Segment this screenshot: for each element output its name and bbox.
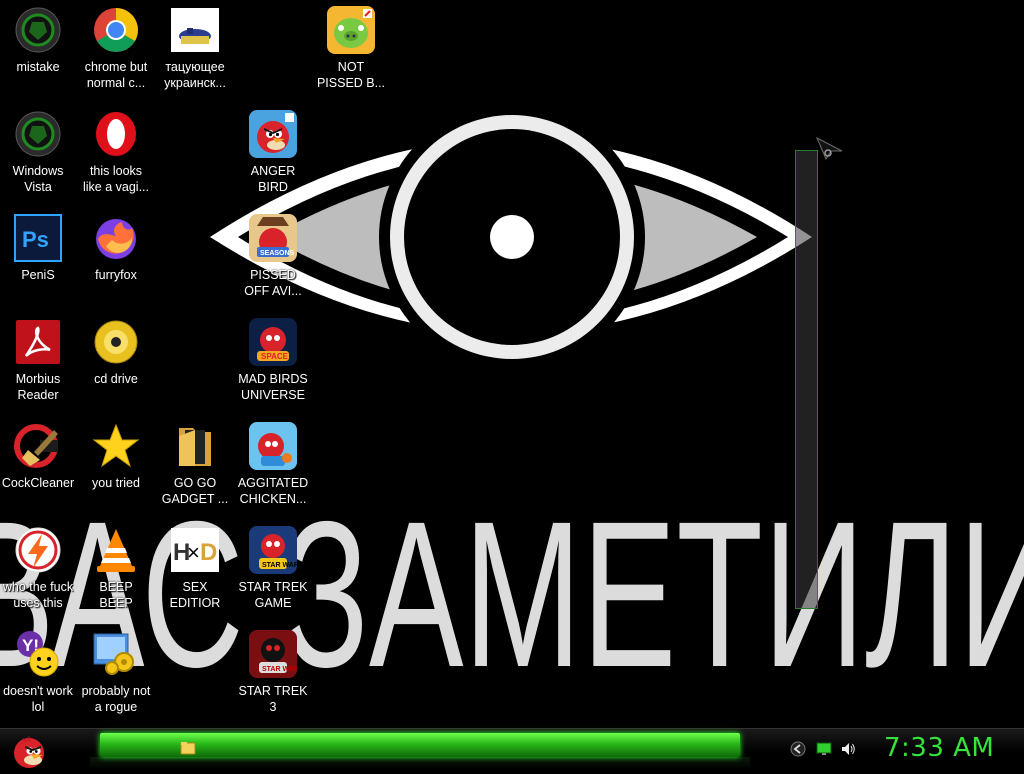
desktop-icon-label: AGGITATED CHICKEN... <box>237 476 309 506</box>
folder-icon[interactable] <box>180 740 196 756</box>
start-button[interactable] <box>8 729 48 769</box>
angry-birds-pig-icon <box>327 6 375 54</box>
desktop-icon-yahoo[interactable]: Y! doesn't work lol <box>0 630 78 715</box>
clock[interactable]: 7:33 AM <box>884 733 994 763</box>
angry-bird-start-icon <box>14 736 44 768</box>
desktop-icon-label: cd drive <box>94 372 138 386</box>
control-panel-icon <box>92 630 140 678</box>
desktop-icon-you-tried[interactable]: you tried <box>76 422 156 491</box>
desktop-icon-acrobat[interactable]: Morbius Reader <box>0 318 78 403</box>
desktop-icon-label: CockCleaner <box>1 476 75 490</box>
desktop-icon-img-ru[interactable]: тацующее украинск... <box>155 6 235 91</box>
svg-text:SEASONS: SEASONS <box>260 250 295 257</box>
svg-text:×: × <box>187 540 200 565</box>
opera-icon <box>92 110 140 158</box>
desktop-icon-chrome[interactable]: chrome but normal c... <box>76 6 156 91</box>
desktop-icon-label: you tried <box>92 476 140 490</box>
angry-birds-star-wars-icon: STAR WARS <box>249 526 297 574</box>
desktop-icon-label: this looks like a vagi... <box>82 164 149 194</box>
selection-rectangle <box>795 150 818 609</box>
desktop-icon-windows-vista[interactable]: Windows Vista <box>0 110 78 195</box>
mouse-cursor <box>816 137 843 161</box>
desktop-icon-label: Morbius Reader <box>15 372 61 402</box>
desktop-icon-label: STAR TREK GAME <box>238 580 308 610</box>
angry-birds-rio-icon <box>249 422 297 470</box>
desktop-icon-firefox[interactable]: furryfox <box>76 214 156 283</box>
desktop-icon-label: BEEP BEEP <box>99 580 133 610</box>
hxd-icon: H × D <box>171 526 219 574</box>
image-thumbnail-icon <box>171 6 219 54</box>
desktop-icon-cd-drive[interactable]: cd drive <box>76 318 156 387</box>
desktop-icon-opera[interactable]: this looks like a vagi... <box>76 110 156 195</box>
desktop-icon-label: doesn't work lol <box>3 684 73 714</box>
desktop-icon-star-trek-game[interactable]: STAR WARS STAR TREK GAME <box>233 526 313 611</box>
desktop-icon-label: mistake <box>16 60 60 74</box>
svg-text:Ps: Ps <box>22 227 49 252</box>
desktop-icon-photoshop[interactable]: Ps PeniS <box>0 214 78 283</box>
angry-birds-star-wars-2-icon: STAR WARS <box>249 630 297 678</box>
firefox-icon <box>92 214 140 262</box>
desktop-icon-label: MAD BIRDS UNIVERSE <box>238 372 308 402</box>
desktop-icon-anger-bird[interactable]: ANGER BIRD <box>233 110 313 195</box>
angry-birds-icon <box>249 110 297 158</box>
desktop-icon-sex-editor[interactable]: H × D SEX EDITIOR <box>155 526 235 611</box>
svg-text:SPACE: SPACE <box>261 352 289 361</box>
desktop-icon-label: STAR TREK 3 <box>238 684 308 714</box>
svg-text:STAR WARS: STAR WARS <box>262 562 297 569</box>
desktop-icon-beep-beep[interactable]: BEEP BEEP <box>76 526 156 611</box>
desktop-icon-label: ANGER BIRD <box>250 164 296 194</box>
lightning-icon <box>14 526 62 574</box>
desktop-icon-label: furryfox <box>95 268 137 282</box>
taskbar-strip[interactable] <box>100 733 740 757</box>
vlc-icon <box>92 526 140 574</box>
desktop-icon-pissed-off[interactable]: SEASONS PISSED OFF AVI... <box>233 214 313 299</box>
chrome-icon <box>92 6 140 54</box>
desktop-icon-agitated-chicken[interactable]: AGGITATED CHICKEN... <box>233 422 313 507</box>
desktop[interactable]: ВАС ЗАМЕТИЛИ mistake chrome but normal c.… <box>0 0 1024 728</box>
desktop-icon-ccleaner[interactable]: CockCleaner <box>0 422 78 491</box>
folder-icon <box>171 422 219 470</box>
desktop-icon-label: who the fuck uses this <box>2 580 74 610</box>
desktop-icon-mistake[interactable]: mistake <box>0 6 78 75</box>
star-icon <box>92 422 140 470</box>
desktop-icon-go-go-gadget[interactable]: GO GO GADGET ... <box>155 422 235 507</box>
desktop-icon-label: тацующее украинск... <box>164 60 226 90</box>
desktop-icon-label: NOT PISSED B... <box>316 60 386 90</box>
desktop-icon-label: GO GO GADGET ... <box>161 476 229 506</box>
volume-icon[interactable] <box>840 741 856 757</box>
desktop-icon-label: PeniS <box>21 268 55 282</box>
desktop-icon-rogue[interactable]: probably not a rogue <box>76 630 156 715</box>
desktop-icon-label: chrome but normal c... <box>84 60 148 90</box>
svg-text:D: D <box>200 539 217 566</box>
razer-logo-icon <box>14 6 62 54</box>
angry-birds-seasons-icon: SEASONS <box>249 214 297 262</box>
yahoo-messenger-icon: Y! <box>14 630 62 678</box>
desktop-icon-label: SEX EDITIOR <box>169 580 221 610</box>
razer-logo-icon <box>14 110 62 158</box>
svg-text:STAR WARS: STAR WARS <box>262 666 297 673</box>
taskbar <box>0 728 1024 769</box>
desktop-icon-label: PISSED OFF AVI... <box>244 268 302 298</box>
photoshop-icon: Ps <box>14 214 62 262</box>
desktop-icon-star-trek-3[interactable]: STAR WARS STAR TREK 3 <box>233 630 313 715</box>
cd-icon <box>92 318 140 366</box>
ccleaner-icon <box>14 422 62 470</box>
taskbar-strip-shadow <box>90 757 750 769</box>
monitor-icon[interactable] <box>816 741 832 757</box>
desktop-icon-who-uses-this[interactable]: who the fuck uses this <box>0 526 78 611</box>
acrobat-icon <box>14 318 62 366</box>
desktop-icon-label: probably not a rogue <box>81 684 151 714</box>
desktop-icon-label: Windows Vista <box>12 164 64 194</box>
desktop-icon-not-pissed[interactable]: NOT PISSED B... <box>311 6 391 91</box>
desktop-icon-mad-birds[interactable]: SPACE MAD BIRDS UNIVERSE <box>233 318 313 403</box>
back-arrow-icon[interactable] <box>790 741 806 757</box>
angry-birds-space-icon: SPACE <box>249 318 297 366</box>
